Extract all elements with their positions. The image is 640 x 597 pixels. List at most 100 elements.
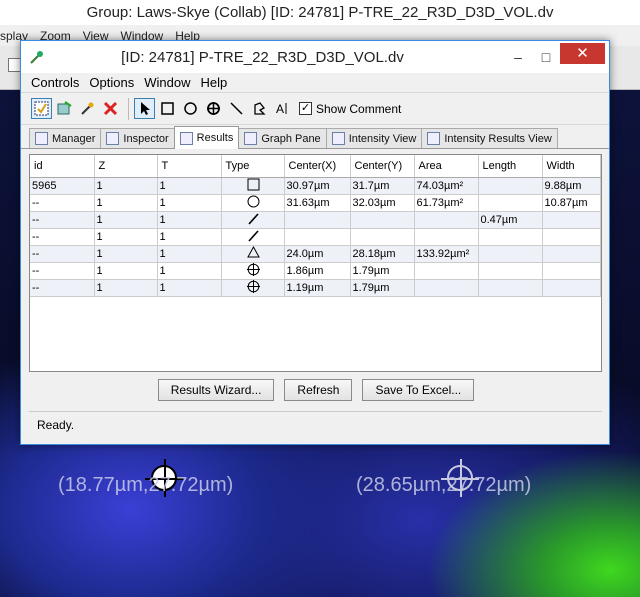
menu-help[interactable]: Help [200,75,227,90]
delete-icon[interactable] [100,98,121,119]
empty-cell [30,296,601,312]
cell-z: 1 [94,211,158,229]
results-wizard-button[interactable]: Results Wizard... [157,379,275,401]
table-row[interactable]: -- 1 1 1.86µm 1.79µm [30,262,601,280]
cell-id: -- [30,211,95,229]
show-comment-checkbox[interactable]: ✓ [299,102,312,115]
window-title: [ID: 24781] P-TRE_22_R3D_D3D_VOL.dv [121,48,404,66]
crosshair-tool-icon[interactable] [203,98,224,119]
minimize-button[interactable]: – [504,47,532,67]
cell-cy: 28.18µm [350,245,415,263]
column-header[interactable]: id [30,155,95,178]
cell-cy: 1.79µm [350,279,415,297]
window-titlebar[interactable]: [ID: 24781] P-TRE_22_R3D_D3D_VOL.dv – □ … [21,41,609,73]
column-header[interactable]: Z [94,155,158,178]
cell-t: 1 [157,177,222,195]
column-header[interactable]: T [157,155,222,178]
cell-width [542,245,601,263]
tab-manager[interactable]: Manager [29,128,102,148]
pointer-tool-icon[interactable] [134,98,155,119]
cell-cy: 1.79µm [350,262,415,280]
empty-cell [30,328,601,344]
shape-polygon-icon [221,245,285,263]
save-to-excel-button[interactable]: Save To Excel... [362,379,475,401]
select-all-tool-icon[interactable] [31,98,52,119]
coordinate-label: (28.65µm,27.72µm) [356,474,532,496]
rectangle-tool-icon[interactable] [157,98,178,119]
refresh-button[interactable]: Refresh [284,379,353,401]
import-tool-icon[interactable] [54,98,75,119]
empty-row [30,328,601,344]
cell-cx: 1.19µm [284,279,351,297]
cell-id: -- [30,245,95,263]
shape-line-icon [221,228,285,246]
table-row[interactable]: -- 1 1 [30,228,601,246]
cell-area [414,262,479,280]
column-header[interactable]: Type [221,155,285,178]
results-table-container[interactable]: id Z T Type Center(X) Center(Y) Area Len… [29,154,602,372]
column-header[interactable]: Area [414,155,479,178]
line-tool-icon[interactable] [226,98,247,119]
text-tool-icon[interactable]: A [272,98,293,119]
cell-t: 1 [157,245,222,263]
intensity-results-icon [427,132,441,145]
column-header[interactable]: Center(X) [284,155,351,178]
tab-graph-pane[interactable]: Graph Pane [238,128,327,148]
cell-area [414,211,479,229]
table-row[interactable]: -- 1 1 0.47µm [30,211,601,229]
cell-t: 1 [157,228,222,246]
close-button[interactable]: ✕ [560,42,605,64]
shape-crosshair-icon [221,279,285,297]
menu-window[interactable]: Window [144,75,190,90]
tab-label: Inspector [123,132,169,145]
shape-square-icon [221,177,285,195]
cell-cy [350,228,415,246]
tab-inspector[interactable]: Inspector [100,128,175,148]
tab-label: Graph Pane [261,132,321,145]
tab-label: Manager [52,132,96,145]
cell-area: 74.03µm² [414,177,479,195]
tab-label: Results [196,132,234,144]
cell-id: -- [30,279,95,297]
cell-length [478,177,543,195]
cell-width: 9.88µm [542,177,601,195]
table-row[interactable]: -- 1 1 24.0µm 28.18µm 133.92µm² [30,245,601,263]
maximize-button[interactable]: □ [532,47,560,67]
circle-tool-icon[interactable] [180,98,201,119]
table-row[interactable]: -- 1 1 31.63µm 32.03µm 61.73µm² 10.87µm [30,194,601,212]
background-window-title: Group: Laws-Skye (Collab) [ID: 24781] P-… [0,0,640,25]
magnifier-icon [106,132,120,145]
shape-circle-icon [221,194,285,212]
cell-z: 1 [94,228,158,246]
tab-label: Intensity Results View [444,132,552,145]
tab-intensity-results-view[interactable]: Intensity Results View [421,128,558,148]
tab-intensity-view[interactable]: Intensity View [325,128,423,148]
magic-wand-icon[interactable] [77,98,98,119]
column-header[interactable]: Length [478,155,543,178]
toolbar: A ✓ Show Comment [21,93,609,125]
cell-z: 1 [94,279,158,297]
shape-crosshair-icon [221,262,285,280]
cell-cy: 32.03µm [350,194,415,212]
cell-id: -- [30,228,95,246]
empty-cell [30,360,601,376]
column-header[interactable]: Width [542,155,601,178]
empty-row [30,312,601,328]
cell-length [478,262,543,280]
table-row[interactable]: -- 1 1 1.19µm 1.79µm [30,279,601,297]
tab-results[interactable]: Results [173,126,240,149]
column-header[interactable]: Center(Y) [350,155,415,178]
cell-area [414,228,479,246]
button-row: Results Wizard... Refresh Save To Excel.… [21,379,611,401]
empty-row [30,296,601,312]
cell-id: 5965 [30,177,95,195]
menu-options[interactable]: Options [89,75,134,90]
cell-t: 1 [157,194,222,212]
polygon-tool-icon[interactable] [249,98,270,119]
cell-width [542,211,601,229]
table-row[interactable]: 5965 1 1 30.97µm 31.7µm 74.03µm² 9.88µm [30,177,601,195]
cell-z: 1 [94,177,158,195]
table-icon [179,131,193,145]
empty-cell [30,312,601,328]
menu-controls[interactable]: Controls [31,75,79,90]
